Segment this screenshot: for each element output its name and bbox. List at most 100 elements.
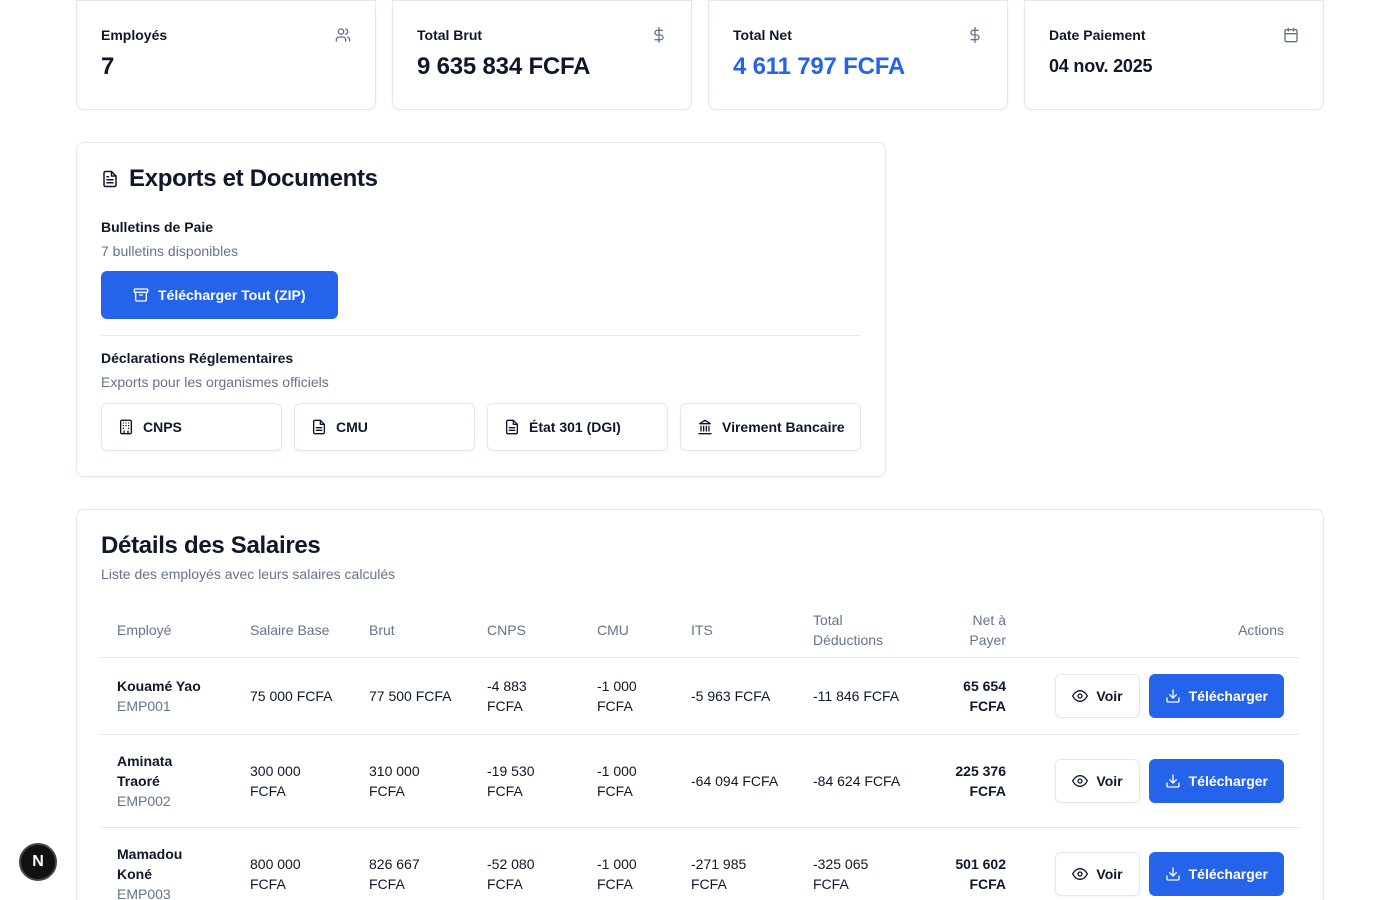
col-header-gross: Brut xyxy=(353,603,471,658)
base-salary-cell: 75 000 FCFA xyxy=(234,657,353,735)
export-etat-301-label: État 301 (DGI) xyxy=(529,419,621,435)
export-cnps-label: CNPS xyxy=(143,419,182,435)
stat-value: 7 xyxy=(101,53,115,80)
download-button[interactable]: Télécharger xyxy=(1148,673,1284,718)
cmu-cell: -1 000 FCFA xyxy=(581,657,675,735)
its-cell: -271 985 FCFA xyxy=(675,827,797,900)
col-header-total-deductions: Total Déductions xyxy=(797,603,919,658)
employee-name: Kouamé Yao xyxy=(117,677,201,694)
download-icon xyxy=(1165,866,1180,881)
exports-heading: Exports et Documents xyxy=(101,165,861,193)
bank-icon xyxy=(698,419,712,435)
employee-name: Mamadou Koné xyxy=(117,845,183,882)
salaries-title: Détails des Salaires xyxy=(101,532,321,559)
cnps-cell: -4 883 FCFA xyxy=(471,657,581,735)
export-bank-transfer-label: Virement Bancaire xyxy=(722,419,845,435)
stat-title: Total Net xyxy=(733,27,792,43)
export-bank-transfer-button[interactable]: Virement Bancaire xyxy=(680,403,861,451)
eye-icon xyxy=(1072,867,1089,880)
view-label: Voir xyxy=(1096,865,1123,882)
stat-title: Total Brut xyxy=(417,27,483,43)
employee-code: EMP001 xyxy=(117,697,171,714)
stat-title: Date Paiement xyxy=(1049,27,1146,43)
employee-name: Aminata Traoré xyxy=(117,752,173,789)
actions-cell: Voir Télécharger xyxy=(1022,657,1300,735)
stat-value: 9 635 834 FCFA xyxy=(417,53,591,80)
employee-cell: Kouamé Yao EMP001 xyxy=(101,657,234,735)
download-icon xyxy=(1165,773,1180,788)
employee-cell: Mamadou Koné EMP003 xyxy=(101,827,234,900)
stat-card-total-brut: Total Brut 9 635 834 FCFA xyxy=(392,0,692,110)
actions-cell: Voir Télécharger xyxy=(1022,734,1300,828)
its-cell: -64 094 FCFA xyxy=(675,734,797,828)
eye-icon xyxy=(1072,689,1089,702)
users-icon xyxy=(335,28,351,42)
download-label: Télécharger xyxy=(1188,687,1268,704)
col-header-employee: Employé xyxy=(101,603,234,658)
salaries-table: Employé Salaire Base Brut CNPS CMU ITS T… xyxy=(101,603,1300,900)
file-text-icon xyxy=(506,419,518,435)
eye-icon xyxy=(1072,774,1089,787)
cmu-cell: -1 000 FCFA xyxy=(581,734,675,828)
cmu-cell: -1 000 FCFA xyxy=(581,827,675,900)
stat-card-payment-date: Date Paiement 04 nov. 2025 xyxy=(1024,0,1324,110)
download-all-label: Télécharger Tout (ZIP) xyxy=(158,287,306,303)
archive-icon xyxy=(133,288,149,302)
dollar-icon xyxy=(970,27,980,43)
stat-value: 4 611 797 FCFA xyxy=(733,53,905,80)
view-button[interactable]: Voir xyxy=(1055,758,1140,803)
employee-code: EMP002 xyxy=(117,792,171,809)
net-pay-cell: 225 376 FCFA xyxy=(919,734,1022,828)
stat-title: Employés xyxy=(101,27,168,43)
stats-row: Employés 7 Total Brut 9 635 834 FCFA Tot… xyxy=(76,0,1324,110)
declarations-label: Déclarations Réglementaires xyxy=(101,350,294,366)
exports-card: Exports et Documents Bulletins de Paie 7… xyxy=(76,142,886,477)
cnps-cell: -52 080 FCFA xyxy=(471,827,581,900)
col-header-its: ITS xyxy=(675,603,797,658)
col-header-net-pay: Net à Payer xyxy=(919,603,1022,658)
stat-card-employees: Employés 7 xyxy=(76,0,376,110)
download-label: Télécharger xyxy=(1188,772,1268,789)
table-row: Kouamé Yao EMP001 75 000 FCFA 77 500 FCFA… xyxy=(101,657,1300,735)
export-cmu-label: CMU xyxy=(336,419,368,435)
dollar-icon xyxy=(654,27,664,43)
its-cell: -5 963 FCFA xyxy=(675,657,797,735)
download-button[interactable]: Télécharger xyxy=(1148,758,1284,803)
total-deductions-cell: -11 846 FCFA xyxy=(797,657,919,735)
view-button[interactable]: Voir xyxy=(1055,851,1140,896)
divider xyxy=(101,335,861,336)
file-text-icon xyxy=(313,419,325,435)
base-salary-cell: 800 000 FCFA xyxy=(234,827,353,900)
view-label: Voir xyxy=(1096,687,1123,704)
file-text-icon xyxy=(103,170,117,188)
table-row: Aminata Traoré EMP002 300 000 FCFA 310 00… xyxy=(101,734,1300,828)
download-button[interactable]: Télécharger xyxy=(1148,851,1284,896)
net-pay-cell: 501 602 FCFA xyxy=(919,827,1022,900)
table-row: Mamadou Koné EMP003 800 000 FCFA 826 667 … xyxy=(101,827,1300,900)
view-button[interactable]: Voir xyxy=(1055,673,1140,718)
employee-code: EMP003 xyxy=(117,885,171,900)
col-header-base-salary: Salaire Base xyxy=(234,603,353,658)
nextjs-dev-badge[interactable]: N xyxy=(19,843,57,881)
total-deductions-cell: -84 624 FCFA xyxy=(797,734,919,828)
download-label: Télécharger xyxy=(1188,865,1268,882)
gross-cell: 310 000 FCFA xyxy=(353,734,471,828)
total-deductions-cell: -325 065 FCFA xyxy=(797,827,919,900)
export-cmu-button[interactable]: CMU xyxy=(294,403,475,451)
actions-cell: Voir Télécharger xyxy=(1022,827,1300,900)
base-salary-cell: 300 000 FCFA xyxy=(234,734,353,828)
payslips-label: Bulletins de Paie xyxy=(101,219,214,235)
col-header-actions: Actions xyxy=(1022,603,1300,658)
download-all-zip-button[interactable]: Télécharger Tout (ZIP) xyxy=(101,271,338,319)
net-pay-cell: 65 654 FCFA xyxy=(919,657,1022,735)
export-cnps-button[interactable]: CNPS xyxy=(101,403,282,451)
export-etat-301-button[interactable]: État 301 (DGI) xyxy=(487,403,668,451)
stat-card-total-net: Total Net 4 611 797 FCFA xyxy=(708,0,1008,110)
col-header-cnps: CNPS xyxy=(471,603,581,658)
salaries-card: Détails des Salaires Liste des employés … xyxy=(76,509,1324,900)
gross-cell: 826 667 FCFA xyxy=(353,827,471,900)
declarations-grid: CNPS CMU État 301 (DGI) Virement Bancair… xyxy=(101,403,861,451)
payslips-count: 7 bulletins disponibles xyxy=(101,243,238,259)
gross-cell: 77 500 FCFA xyxy=(353,657,471,735)
employee-cell: Aminata Traoré EMP002 xyxy=(101,734,234,828)
